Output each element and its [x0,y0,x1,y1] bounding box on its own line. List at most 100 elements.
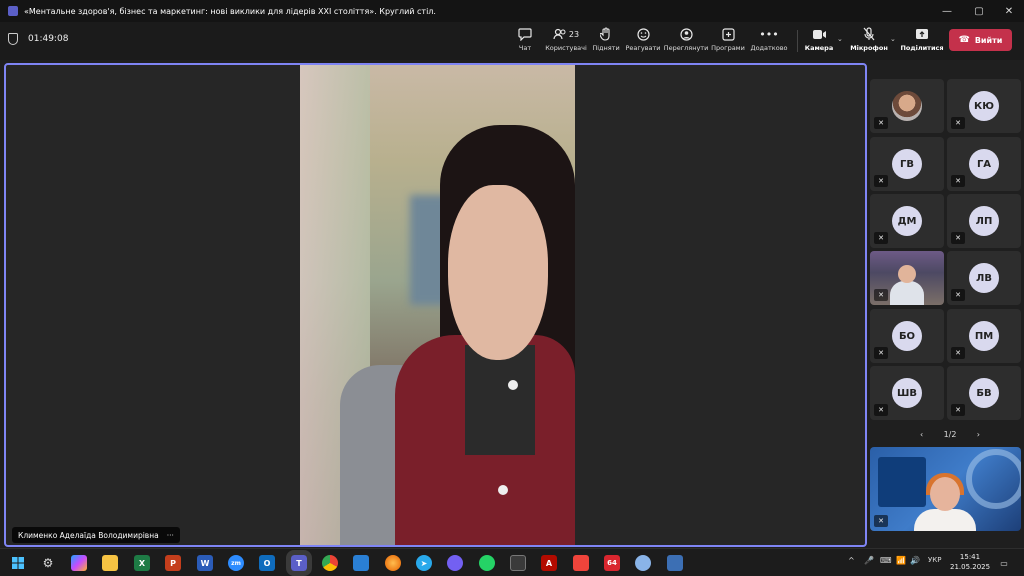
participant-tile[interactable]: ЛП ✕ [947,194,1021,248]
participant-initials: БВ [969,378,999,408]
presenter-face [930,477,960,511]
windows-taskbar: ⚙ X P W zm O T ➤ A 64 ^ 🎤 ⌨ 📶 🔊 УКР 15:4… [0,548,1024,576]
participant-initials: ПМ [969,321,999,351]
participant-photo-avatar [892,91,922,121]
cpu-z-icon[interactable]: 64 [604,555,620,571]
mic-off-icon [863,26,875,42]
notifications-icon[interactable]: ▭ [996,555,1012,571]
viber-icon[interactable] [447,555,463,571]
participant-video-tile[interactable]: ✕ [870,251,944,305]
camera-options-chevron-icon[interactable]: ⌄ [837,35,843,43]
tray-mic-icon[interactable]: 🎤 [864,556,874,565]
speaker-more-icon[interactable]: ··· [167,531,174,540]
language-indicator[interactable]: УКР [928,556,941,564]
react-button[interactable]: Реагувати [625,26,661,56]
raise-hand-label: Підняти [592,44,620,52]
teams-logo-icon [8,6,18,16]
chat-button[interactable]: Чат [512,26,538,56]
mic-off-icon: ✕ [951,289,965,301]
settings-gear-icon[interactable]: ⚙ [40,555,56,571]
paint-icon[interactable] [635,555,651,571]
taskbar-clock[interactable]: 15:41 21.05.2025 [950,552,990,572]
save-icon[interactable] [667,555,683,571]
participant-video-face [898,265,916,283]
participant-tile[interactable]: БО ✕ [870,309,944,363]
excel-icon[interactable]: X [134,555,150,571]
participant-tile[interactable]: ДМ ✕ [870,194,944,248]
teams-icon[interactable]: T [286,550,312,576]
mic-button[interactable]: Мікрофон [850,26,888,56]
participant-initials: БО [892,321,922,351]
more-button[interactable]: ••• Додатково [750,26,788,56]
view-button[interactable]: Переглянути [664,26,708,56]
share-label: Поділитися [900,44,944,52]
clock-date: 21.05.2025 [950,563,991,571]
tray-expand-icon[interactable]: ^ [848,556,855,565]
speaker-face [448,185,548,360]
mic-off-icon: ✕ [951,175,965,187]
raise-hand-button[interactable]: Підняти [592,26,620,56]
participant-initials: ШВ [892,378,922,408]
teams-meeting-window: «Ментальне здоров'я, бізнес та маркетинг… [0,0,1024,576]
tray-keyboard-icon[interactable]: ⌨ [880,556,892,565]
presenter-video-tile[interactable]: ✕ [870,447,1021,531]
tray-network-icon[interactable]: 📶 [896,556,906,565]
react-label: Реагувати [625,44,661,52]
powerpoint-icon[interactable]: P [165,555,181,571]
presentation-graphic [966,449,1021,509]
calculator-icon[interactable] [510,555,526,571]
participant-video-body [890,281,924,305]
leave-button[interactable]: ☎ Вийти [949,29,1012,51]
maximize-button[interactable]: ▢ [964,0,994,22]
chat-label: Чат [518,44,532,52]
firefox-icon[interactable] [385,555,401,571]
mic-off-icon: ✕ [874,289,888,301]
share-button[interactable]: Поділитися [900,26,944,56]
mic-off-icon: ✕ [951,347,965,359]
anydesk-icon[interactable] [573,555,589,571]
camera-button[interactable]: Камера [803,26,835,56]
windows-start-icon[interactable] [10,555,26,571]
whatsapp-icon[interactable] [479,555,495,571]
main-video-stage[interactable]: Клименко Аделаїда Володимирівна ··· [4,63,867,547]
acrobat-icon[interactable]: A [541,555,557,571]
telegram-icon[interactable]: ➤ [416,555,432,571]
pager-next-icon[interactable]: › [977,430,980,439]
minimize-button[interactable]: — [932,0,962,22]
chrome-icon[interactable] [322,555,338,571]
speaker-name-tag[interactable]: Клименко Аделаїда Володимирівна ··· [12,527,180,543]
mic-off-icon: ✕ [874,404,888,416]
participant-tile[interactable]: ГА ✕ [947,137,1021,191]
zoom-icon[interactable]: zm [228,555,244,571]
more-label: Додатково [750,44,788,52]
title-bar: «Ментальне здоров'я, бізнес та маркетинг… [0,0,1024,22]
participant-tile[interactable]: БВ ✕ [947,366,1021,420]
pager-prev-icon[interactable]: ‹ [920,430,923,439]
people-icon: 23 [553,26,579,42]
apps-button[interactable]: Програми [711,26,745,56]
participant-tile[interactable]: ✕ [870,79,944,133]
mic-options-chevron-icon[interactable]: ⌄ [890,35,896,43]
share-icon [915,26,929,42]
people-button[interactable]: 23 Користувачі [544,26,588,56]
participant-tile[interactable]: ШВ ✕ [870,366,944,420]
mic-off-icon: ✕ [951,117,965,129]
close-window-button[interactable]: ✕ [994,0,1024,22]
file-explorer-icon[interactable] [102,555,118,571]
participant-initials: КЮ [969,91,999,121]
copilot-icon[interactable] [71,555,87,571]
participant-initials: ЛВ [969,263,999,293]
participant-tile[interactable]: ГВ ✕ [870,137,944,191]
mic-off-icon: ✕ [874,175,888,187]
outlook-icon[interactable]: O [259,555,275,571]
pager-label: 1/2 [943,429,957,439]
participant-tile[interactable]: ЛВ ✕ [947,251,1021,305]
word-icon[interactable]: W [197,555,213,571]
tray-volume-icon[interactable]: 🔊 [910,556,920,565]
participant-tile[interactable]: ПМ ✕ [947,309,1021,363]
mic-off-icon: ✕ [874,515,888,527]
participant-tile[interactable]: КЮ ✕ [947,79,1021,133]
app-icon[interactable] [353,555,369,571]
mic-off-icon: ✕ [874,232,888,244]
participants-pager: ‹ 1/2 › [920,428,980,440]
